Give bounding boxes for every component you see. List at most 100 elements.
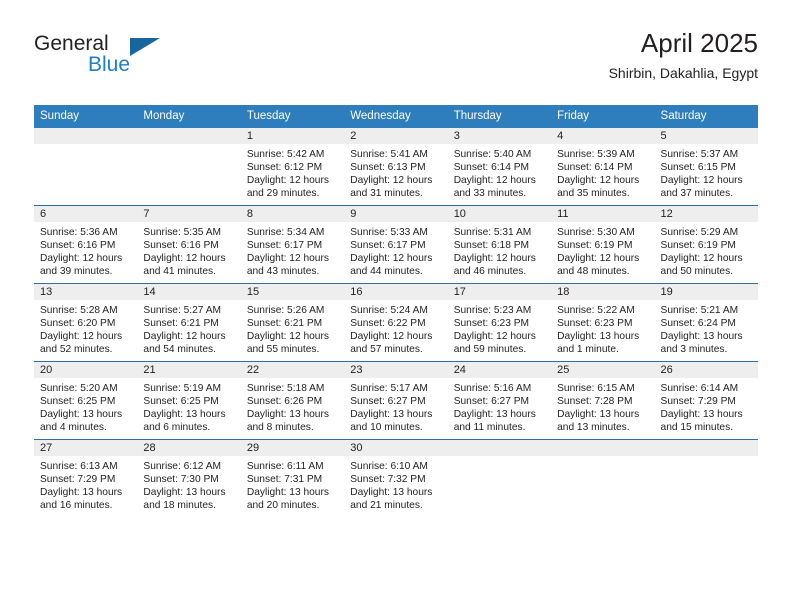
- day-number: 12: [654, 206, 758, 222]
- day-box: 17 Sunrise: 5:23 AM Sunset: 6:23 PM Dayligh…: [447, 284, 552, 361]
- sunset-text: Sunset: 6:17 PM: [350, 240, 426, 252]
- daylight-text-line2: and 8 minutes.: [246, 422, 314, 434]
- day-box: 21 Sunrise: 5:19 AM Sunset: 6:25 PM Dayligh…: [137, 362, 241, 439]
- sunrise-text: Sunrise: 5:29 AM: [660, 227, 739, 238]
- day-box: [551, 440, 655, 517]
- calendar-day-cell[interactable]: 8 Sunrise: 5:34 AM Sunset: 6:17 PM Daylight…: [240, 205, 345, 284]
- calendar-day-cell[interactable]: 28 Sunrise: 6:12 AM Sunset: 7:30 PM Dayligh…: [137, 439, 241, 517]
- calendar-day-cell[interactable]: 2 Sunrise: 5:41 AM Sunset: 6:13 PM Daylight…: [344, 128, 448, 206]
- calendar-day-cell[interactable]: 6 Sunrise: 5:36 AM Sunset: 6:16 PM Daylight…: [34, 205, 138, 284]
- calendar-day-cell[interactable]: 18 Sunrise: 5:22 AM Sunset: 6:23 PM Dayligh…: [551, 283, 655, 362]
- day-number: 18: [551, 284, 655, 300]
- calendar-day-cell[interactable]: 16 Sunrise: 5:24 AM Sunset: 6:22 PM Dayligh…: [344, 283, 448, 362]
- day-box: 27 Sunrise: 6:13 AM Sunset: 7:29 PM Dayligh…: [34, 440, 138, 517]
- sunrise-text: Sunrise: 5:22 AM: [557, 305, 635, 316]
- calendar-day-cell[interactable]: 12 Sunrise: 5:29 AM Sunset: 6:19 PM Dayligh…: [654, 205, 758, 284]
- calendar-day-cell[interactable]: 5 Sunrise: 5:37 AM Sunset: 6:15 PM Daylight…: [654, 128, 758, 206]
- sunset-text: Sunset: 6:25 PM: [143, 396, 219, 408]
- calendar-day-cell[interactable]: 11 Sunrise: 5:30 AM Sunset: 6:19 PM Dayligh…: [551, 205, 655, 284]
- daylight-text-line1: Daylight: 13 hours: [350, 409, 433, 421]
- sunset-text: Sunset: 6:14 PM: [557, 162, 633, 174]
- day-box: 5 Sunrise: 5:37 AM Sunset: 6:15 PM Daylight…: [654, 128, 758, 205]
- calendar-day-cell[interactable]: 1 Sunrise: 5:42 AM Sunset: 6:12 PM Daylight…: [240, 128, 345, 206]
- day-sun-info: Sunrise: 5:23 AM Sunset: 6:23 PM Daylight:…: [448, 300, 551, 356]
- weekday-header-thursday: Thursday: [447, 105, 552, 128]
- sunset-text: Sunset: 6:16 PM: [40, 240, 116, 252]
- day-number: 8: [240, 206, 345, 222]
- daylight-text-line2: and 21 minutes.: [350, 500, 423, 512]
- calendar-day-cell[interactable]: 20 Sunrise: 5:20 AM Sunset: 6:25 PM Dayligh…: [34, 361, 138, 440]
- day-box: [137, 128, 241, 205]
- sunset-text: Sunset: 7:28 PM: [557, 396, 633, 408]
- day-box: 16 Sunrise: 5:24 AM Sunset: 6:22 PM Dayligh…: [344, 284, 448, 361]
- weekday-header-tuesday: Tuesday: [240, 105, 345, 128]
- day-number: 3: [447, 128, 552, 144]
- calendar-day-cell[interactable]: 13 Sunrise: 5:28 AM Sunset: 6:20 PM Dayligh…: [34, 283, 138, 362]
- daylight-text-line1: Daylight: 12 hours: [40, 331, 123, 343]
- day-box: 24 Sunrise: 5:16 AM Sunset: 6:27 PM Dayligh…: [447, 362, 552, 439]
- calendar-header-row: Sunday Monday Tuesday Wednesday Thursday…: [34, 105, 758, 128]
- general-blue-logo[interactable]: General Blue: [34, 32, 164, 84]
- calendar-day-cell[interactable]: 3 Sunrise: 5:40 AM Sunset: 6:14 PM Daylight…: [447, 128, 552, 206]
- calendar-day-cell[interactable]: 9 Sunrise: 5:33 AM Sunset: 6:17 PM Daylight…: [344, 205, 448, 284]
- day-box: 29 Sunrise: 6:11 AM Sunset: 7:31 PM Dayligh…: [240, 440, 345, 517]
- day-sun-info: Sunrise: 6:10 AM Sunset: 7:32 PM Daylight:…: [344, 456, 447, 512]
- weekday-header-saturday: Saturday: [654, 105, 758, 128]
- calendar-day-cell-empty: [551, 439, 655, 517]
- daylight-text-line1: Daylight: 13 hours: [246, 409, 329, 421]
- calendar-day-cell[interactable]: 7 Sunrise: 5:35 AM Sunset: 6:16 PM Daylight…: [137, 205, 241, 284]
- sunset-text: Sunset: 6:19 PM: [660, 240, 736, 252]
- day-number: 19: [654, 284, 758, 300]
- sunset-text: Sunset: 6:27 PM: [453, 396, 530, 408]
- day-number: 20: [34, 362, 138, 378]
- day-number: 23: [344, 362, 448, 378]
- calendar-day-cell[interactable]: 22 Sunrise: 5:18 AM Sunset: 6:26 PM Dayligh…: [240, 361, 345, 440]
- calendar-day-cell[interactable]: 17 Sunrise: 5:23 AM Sunset: 6:23 PM Dayligh…: [447, 283, 552, 362]
- weekday-header-friday: Friday: [551, 105, 655, 128]
- calendar-day-cell[interactable]: 14 Sunrise: 5:27 AM Sunset: 6:21 PM Dayligh…: [137, 283, 241, 362]
- daylight-text-line1: Daylight: 12 hours: [350, 331, 433, 343]
- daylight-text-line2: and 43 minutes.: [246, 266, 320, 278]
- daylight-text-line1: Daylight: 13 hours: [246, 487, 329, 499]
- calendar-day-cell[interactable]: 4 Sunrise: 5:39 AM Sunset: 6:14 PM Daylight…: [551, 128, 655, 206]
- day-box: 25 Sunrise: 6:15 AM Sunset: 7:28 PM Dayligh…: [551, 362, 655, 439]
- calendar-day-cell[interactable]: 23 Sunrise: 5:17 AM Sunset: 6:27 PM Dayligh…: [344, 361, 448, 440]
- day-number: [447, 440, 552, 456]
- calendar-day-cell[interactable]: 10 Sunrise: 5:31 AM Sunset: 6:18 PM Dayligh…: [447, 205, 552, 284]
- calendar-day-cell[interactable]: 24 Sunrise: 5:16 AM Sunset: 6:27 PM Dayligh…: [447, 361, 552, 440]
- calendar-day-cell[interactable]: 27 Sunrise: 6:13 AM Sunset: 7:29 PM Dayligh…: [34, 439, 138, 517]
- day-number: [137, 128, 241, 144]
- sunrise-text: Sunrise: 5:35 AM: [143, 227, 222, 238]
- sunrise-text: Sunrise: 6:14 AM: [660, 383, 739, 394]
- page-subtitle: Shirbin, Dakahlia, Egypt: [608, 65, 758, 81]
- day-number: 21: [137, 362, 241, 378]
- page-header: General Blue April 2025 Shirbin, Dakahli…: [34, 28, 758, 98]
- day-sun-info: Sunrise: 5:29 AM Sunset: 6:19 PM Daylight:…: [655, 222, 758, 278]
- day-box: 11 Sunrise: 5:30 AM Sunset: 6:19 PM Dayligh…: [551, 206, 655, 283]
- day-box: 10 Sunrise: 5:31 AM Sunset: 6:18 PM Dayligh…: [447, 206, 552, 283]
- sunset-text: Sunset: 7:31 PM: [246, 474, 323, 486]
- calendar-day-cell[interactable]: 30 Sunrise: 6:10 AM Sunset: 7:32 PM Dayligh…: [344, 439, 448, 517]
- day-number: 25: [551, 362, 655, 378]
- day-box: 1 Sunrise: 5:42 AM Sunset: 6:12 PM Daylight…: [240, 128, 345, 205]
- daylight-text-line1: Daylight: 12 hours: [350, 253, 433, 265]
- day-sun-info: Sunrise: 5:27 AM Sunset: 6:21 PM Daylight:…: [137, 300, 240, 356]
- daylight-text-line1: Daylight: 12 hours: [40, 253, 123, 265]
- calendar-day-cell[interactable]: 25 Sunrise: 6:15 AM Sunset: 7:28 PM Dayligh…: [551, 361, 655, 440]
- day-sun-info: Sunrise: 5:18 AM Sunset: 6:26 PM Daylight:…: [241, 378, 344, 434]
- calendar-day-cell[interactable]: 29 Sunrise: 6:11 AM Sunset: 7:31 PM Dayligh…: [240, 439, 345, 517]
- daylight-text-line2: and 20 minutes.: [246, 500, 320, 512]
- sunrise-text: Sunrise: 5:28 AM: [40, 305, 118, 316]
- day-sun-info: Sunrise: 5:41 AM Sunset: 6:13 PM Daylight:…: [344, 144, 447, 200]
- calendar-day-cell[interactable]: 19 Sunrise: 5:21 AM Sunset: 6:24 PM Dayligh…: [654, 283, 758, 362]
- sunset-text: Sunset: 6:18 PM: [453, 240, 530, 252]
- calendar-day-cell[interactable]: 26 Sunrise: 6:14 AM Sunset: 7:29 PM Dayligh…: [654, 361, 758, 440]
- calendar-day-cell[interactable]: 21 Sunrise: 5:19 AM Sunset: 6:25 PM Dayligh…: [137, 361, 241, 440]
- calendar-day-cell[interactable]: 15 Sunrise: 5:26 AM Sunset: 6:21 PM Dayligh…: [240, 283, 345, 362]
- day-sun-info: Sunrise: 5:39 AM Sunset: 6:14 PM Daylight:…: [551, 144, 654, 200]
- day-number: 10: [447, 206, 552, 222]
- day-sun-info: Sunrise: 5:31 AM Sunset: 6:18 PM Daylight:…: [448, 222, 551, 278]
- weekday-header-monday: Monday: [137, 105, 241, 128]
- day-sun-info: Sunrise: 5:42 AM Sunset: 6:12 PM Daylight:…: [241, 144, 344, 200]
- daylight-text-line2: and 13 minutes.: [557, 422, 630, 434]
